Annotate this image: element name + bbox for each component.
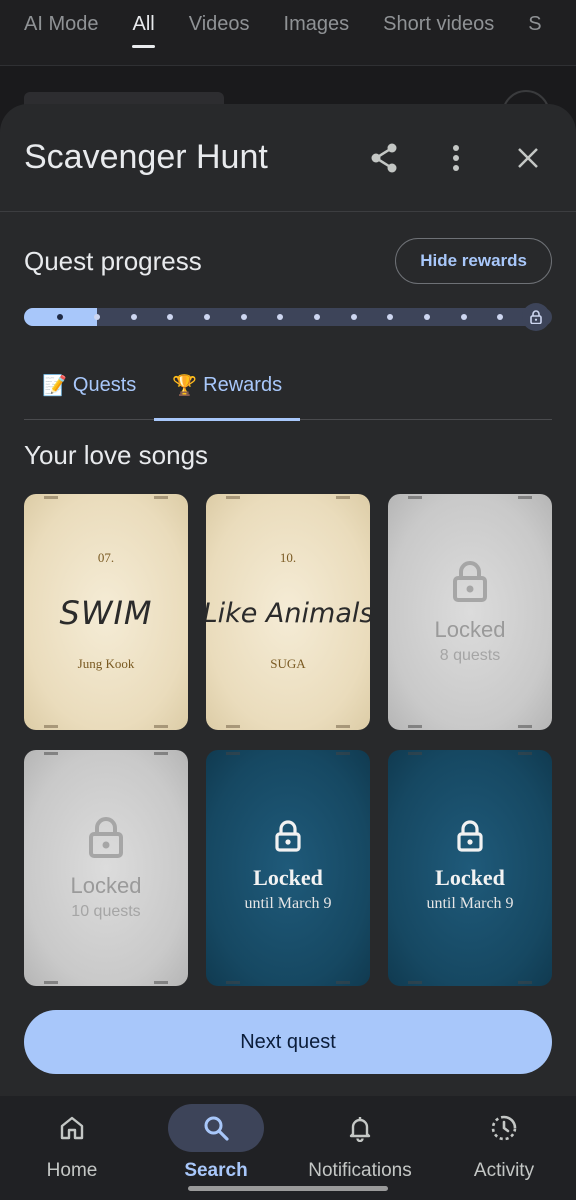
tab-short-videos[interactable]: Short videos [383,13,494,36]
progress-step [314,314,320,320]
progress-step [241,314,247,320]
progress-step [204,314,210,320]
scavenger-hunt-sheet: Scavenger Hunt Quest progress Hide rewar… [0,104,576,1096]
search-tabs: AI Mode All Videos Images Short videos S [0,0,576,66]
gesture-bar [188,1186,388,1191]
home-icon [24,1104,120,1152]
tab-images[interactable]: Images [284,13,350,36]
bottom-navigation: Home Search Notifications Activity [0,1096,576,1200]
progress-step [94,314,100,320]
lock-icon [457,820,483,857]
locked-requirement: 10 quests [71,903,141,920]
quest-progress-title: Quest progress [24,245,202,276]
section-title: Your love songs [24,440,209,470]
tab-rewards-label: Rewards [203,373,283,396]
nav-activity-label: Activity [473,1160,535,1181]
lock-icon [453,560,487,607]
locked-label: Locked [253,865,323,890]
bell-icon [312,1104,408,1152]
locked-label: Locked [435,865,505,890]
hide-rewards-button[interactable]: Hide rewards [395,238,552,284]
progress-step [424,314,430,320]
nav-notifications-label: Notifications [308,1160,412,1181]
tab-quests[interactable]: 📝 Quests [24,350,154,420]
tab-ai-mode[interactable]: AI Mode [24,13,98,36]
progress-step [497,314,503,320]
nav-search-label: Search [184,1160,248,1181]
trophy-icon: 🏆 [172,374,198,397]
locked-label: Locked [70,873,142,898]
reward-card-locked[interactable]: Locked 8 quests [388,494,552,730]
quest-progress-bar [24,303,552,331]
sheet-title: Scavenger Hunt [24,138,268,176]
lock-icon [275,820,301,857]
locked-date: until March 9 [244,895,332,912]
tab-more[interactable]: S [528,13,541,36]
reward-card-locked-date[interactable]: Locked until March 9 [206,750,370,986]
close-icon[interactable] [504,134,552,182]
reward-card-locked[interactable]: Locked 10 quests [24,750,188,986]
progress-step [277,314,283,320]
reward-cards-grid: 07. SWIM Jung Kook 10. Like Animals SUGA [24,494,552,986]
lock-icon [522,303,550,331]
activity-icon [456,1104,552,1152]
nav-activity[interactable]: Activity [432,1096,576,1200]
progress-step [57,314,63,320]
memo-icon: 📝 [42,374,67,397]
locked-date: until March 9 [426,895,514,912]
reward-card-like-animals[interactable]: 10. Like Animals SUGA [206,494,370,730]
lock-icon [89,816,123,863]
locked-label: Locked [434,617,506,642]
song-title: SWIM [59,594,153,632]
song-title: Like Animals [206,597,370,629]
nav-home[interactable]: Home [0,1096,144,1200]
reward-card-locked-date[interactable]: Locked until March 9 [388,750,552,986]
share-icon[interactable] [360,134,408,182]
nav-notifications[interactable]: Notifications [288,1096,432,1200]
quest-progress-row: Quest progress Hide rewards [24,238,552,284]
song-artist: Jung Kook [77,656,135,671]
reward-card-swim[interactable]: 07. SWIM Jung Kook [24,494,188,730]
tab-rewards[interactable]: 🏆 Rewards [154,350,300,421]
locked-requirement: 8 quests [439,647,501,664]
song-number: 10. [279,550,297,565]
next-quest-button[interactable]: Next quest [24,1010,552,1074]
tab-quests-label: Quests [72,373,137,396]
progress-step [387,314,393,320]
tab-videos[interactable]: Videos [189,13,250,36]
song-number: 07. [97,550,115,565]
progress-step [461,314,467,320]
progress-step [131,314,137,320]
tab-all[interactable]: All [132,13,155,48]
nav-home-label: Home [46,1160,98,1181]
search-icon [168,1104,264,1152]
progress-step [167,314,173,320]
nav-search[interactable]: Search [144,1096,288,1200]
sheet-header: Scavenger Hunt [0,104,576,212]
progress-step [351,314,357,320]
more-vert-icon[interactable] [432,134,480,182]
quest-tabs: 📝 Quests 🏆 Rewards [24,350,552,421]
song-artist: SUGA [270,656,306,671]
